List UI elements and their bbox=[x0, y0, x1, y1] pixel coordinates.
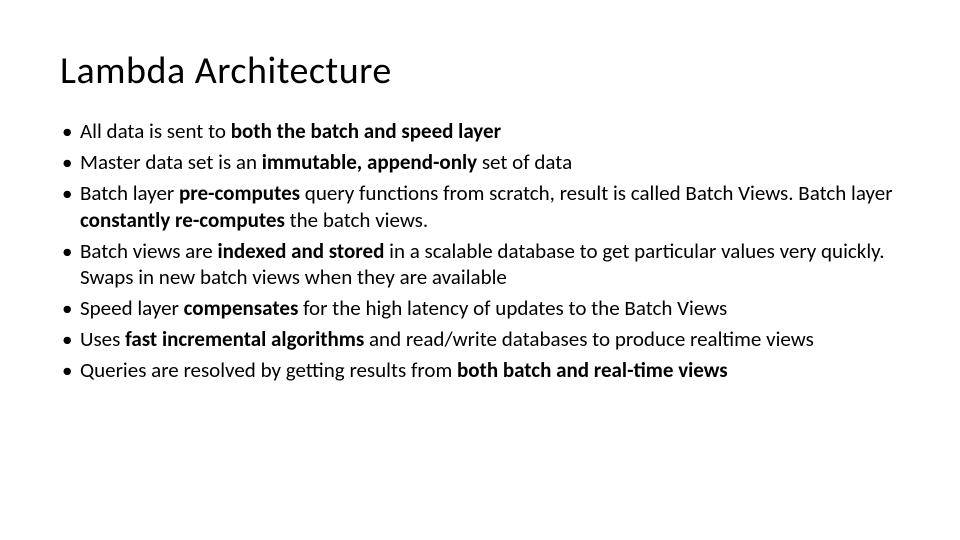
bullet-item: Batch layer pre-computes query functions… bbox=[60, 180, 900, 234]
bullet-list: All data is sent to both the batch and s… bbox=[60, 118, 900, 384]
slide-title: Lambda Architecture bbox=[60, 48, 900, 94]
bold-text: constantly re-computes bbox=[80, 207, 285, 233]
bold-text: fast incremental algorithms bbox=[125, 326, 364, 352]
bullet-item: Uses fast incremental algorithms and rea… bbox=[60, 326, 900, 353]
bold-text: both batch and real-time views bbox=[457, 357, 728, 383]
bold-text: both the batch and speed layer bbox=[231, 118, 501, 144]
bullet-item: All data is sent to both the batch and s… bbox=[60, 118, 900, 145]
bold-text: indexed and stored bbox=[217, 238, 384, 264]
bullet-item: Batch views are indexed and stored in a … bbox=[60, 238, 900, 292]
bold-text: pre-computes bbox=[179, 180, 300, 206]
bullet-item: Master data set is an immutable, append-… bbox=[60, 149, 900, 176]
bold-text: compensates bbox=[184, 295, 299, 321]
bold-text: immutable, append-only bbox=[262, 149, 477, 175]
bullet-item: Speed layer compensates for the high lat… bbox=[60, 295, 900, 322]
bullet-item: Queries are resolved by getting results … bbox=[60, 357, 900, 384]
